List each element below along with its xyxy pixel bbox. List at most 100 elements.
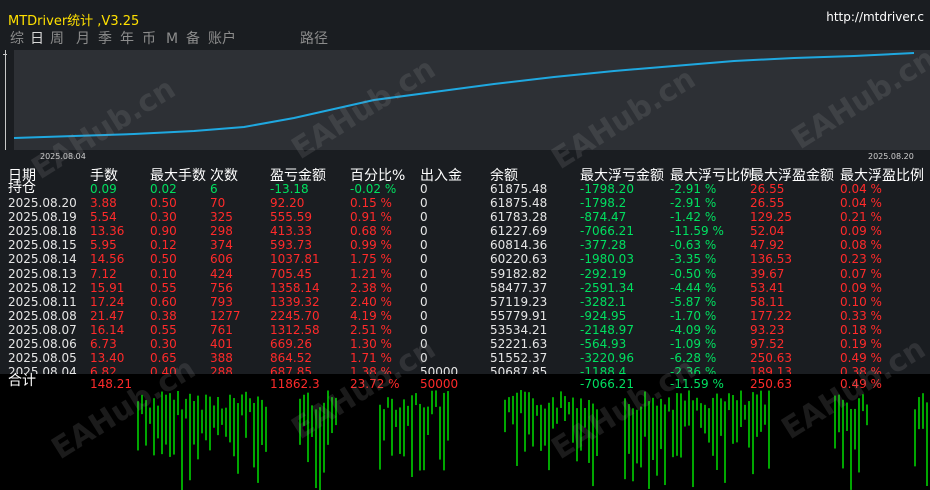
cell-pnl: -13.18 bbox=[270, 182, 309, 196]
cell-date: 2025.08.11 bbox=[8, 294, 77, 309]
cell-balance: 60220.63 bbox=[490, 252, 548, 267]
cell-pct: 1.30 % bbox=[350, 337, 392, 351]
cell-max-fp: 53.41 bbox=[750, 280, 785, 295]
cell-max-fp: 129.25 bbox=[750, 210, 792, 225]
cell-max-fp-pct: 0.21 % bbox=[840, 210, 882, 225]
cell-max-lots: 0.38 bbox=[150, 308, 177, 323]
tab-2[interactable]: 日 bbox=[30, 30, 44, 48]
balance-curve bbox=[13, 52, 915, 139]
cell-lots: 21.47 bbox=[90, 308, 125, 323]
cell-io: 0 bbox=[420, 196, 428, 210]
tab-8[interactable]: M bbox=[166, 30, 178, 48]
tab-1[interactable]: 综 bbox=[10, 30, 24, 48]
cell-max-fp: 250.63 bbox=[750, 351, 792, 366]
total-label: 合计 bbox=[8, 373, 36, 389]
total-pnl: 11862.3 bbox=[270, 377, 320, 390]
cell-io: 0 bbox=[420, 238, 428, 253]
cell-max-dd: -924.95 bbox=[580, 308, 627, 323]
cell-count: 401 bbox=[210, 337, 233, 351]
cell-pnl: 1339.32 bbox=[270, 294, 320, 309]
total-max-dd-pct: -11.59 % bbox=[670, 377, 724, 390]
cell-pnl: 705.45 bbox=[270, 266, 312, 281]
cell-balance: 61875.48 bbox=[490, 196, 548, 210]
cell-lots: 3.88 bbox=[90, 196, 117, 210]
tab-3[interactable]: 周 bbox=[50, 30, 64, 48]
cell-max-dd-pct: -1.70 % bbox=[670, 308, 717, 323]
cell-max-fp-pct: 0.07 % bbox=[840, 266, 882, 281]
cell-max-lots: 0.30 bbox=[150, 210, 177, 225]
cell-pct: -0.02 % bbox=[350, 182, 397, 196]
cell-max-fp: 47.92 bbox=[750, 238, 785, 253]
cell-max-dd: -3220.96 bbox=[580, 351, 634, 366]
balance-curve-svg bbox=[13, 52, 915, 139]
cell-max-dd-pct: -5.87 % bbox=[670, 294, 717, 309]
cell-max-fp-pct: 0.08 % bbox=[840, 238, 882, 253]
cell-pct: 0.91 % bbox=[350, 210, 392, 225]
cell-max-lots: 0.10 bbox=[150, 266, 177, 281]
cell-date: 2025.08.19 bbox=[8, 210, 77, 225]
cell-balance: 55779.91 bbox=[490, 308, 548, 323]
cell-max-dd: -292.19 bbox=[580, 266, 627, 281]
cell-balance: 51552.37 bbox=[490, 351, 548, 366]
cell-pnl: 1037.81 bbox=[270, 252, 320, 267]
tab-10[interactable]: 账户 bbox=[208, 30, 236, 48]
cell-pct: 0.99 % bbox=[350, 238, 392, 253]
cell-max-dd: -874.47 bbox=[580, 210, 627, 225]
cell-max-dd-pct: -0.50 % bbox=[670, 266, 717, 281]
cell-max-dd-pct: -4.44 % bbox=[670, 280, 717, 295]
cell-max-fp: 26.55 bbox=[750, 182, 785, 196]
tab-4[interactable]: 月 bbox=[76, 30, 90, 48]
cell-max-fp-pct: 0.10 % bbox=[840, 294, 882, 309]
cell-pnl: 2245.70 bbox=[270, 308, 320, 323]
cell-pnl: 669.26 bbox=[270, 337, 312, 351]
tab-9[interactable]: 备 bbox=[186, 30, 200, 48]
cell-io: 0 bbox=[420, 210, 428, 225]
cell-lots: 0.09 bbox=[90, 182, 117, 196]
cell-max-lots: 0.55 bbox=[150, 322, 177, 337]
tab-5[interactable]: 季 bbox=[98, 30, 112, 48]
cell-io: 0 bbox=[420, 294, 428, 309]
total-pct: 23.72 % bbox=[350, 377, 400, 390]
cell-pct: 2.40 % bbox=[350, 294, 392, 309]
cell-balance: 58477.37 bbox=[490, 280, 548, 295]
cell-max-fp: 58.11 bbox=[750, 294, 785, 309]
cell-balance: 60814.36 bbox=[490, 238, 548, 253]
cell-pct: 0.15 % bbox=[350, 196, 392, 210]
cell-max-fp-pct: 0.18 % bbox=[840, 322, 882, 337]
cell-max-dd-pct: -2.91 % bbox=[670, 196, 717, 210]
cell-max-fp-pct: 0.09 % bbox=[840, 224, 882, 239]
website-link[interactable]: http://mtdriver.c bbox=[826, 10, 924, 24]
statistics-panel: MTDriver统计 ,V3.25 http://mtdriver.c 综日周月… bbox=[0, 0, 930, 390]
cell-count: 388 bbox=[210, 351, 233, 366]
chart-left-axis bbox=[5, 50, 6, 150]
total-max-dd: -7066.21 bbox=[580, 377, 634, 390]
cell-date: 2025.08.06 bbox=[8, 337, 77, 351]
total-io: 50000 bbox=[420, 377, 459, 390]
cell-lots: 5.54 bbox=[90, 210, 117, 225]
total-max-fp-pct: 0.49 % bbox=[840, 377, 882, 390]
cell-date: 2025.08.08 bbox=[8, 308, 77, 323]
cell-date: 2025.08.05 bbox=[8, 351, 77, 366]
cell-date: 2025.08.15 bbox=[8, 238, 77, 253]
cell-lots: 13.36 bbox=[90, 224, 125, 239]
cell-max-dd: -564.93 bbox=[580, 337, 627, 351]
cell-max-dd-pct: -1.42 % bbox=[670, 210, 717, 225]
tab-6[interactable]: 年 bbox=[120, 30, 134, 48]
cell-lots: 13.40 bbox=[90, 351, 125, 366]
cell-io: 0 bbox=[420, 351, 428, 366]
total-max-fp: 250.63 bbox=[750, 377, 792, 390]
cell-max-dd-pct: -1.09 % bbox=[670, 337, 717, 351]
cell-max-fp: 136.53 bbox=[750, 252, 792, 267]
cell-max-lots: 0.60 bbox=[150, 294, 177, 309]
cell-io: 0 bbox=[420, 266, 428, 281]
cell-max-dd-pct: -0.63 % bbox=[670, 238, 717, 253]
cell-pct: 1.71 % bbox=[350, 351, 392, 366]
cell-max-lots: 0.90 bbox=[150, 224, 177, 239]
cell-date: 2025.08.14 bbox=[8, 252, 77, 267]
tab-11[interactable]: 路径 bbox=[300, 30, 328, 48]
price-chart-background bbox=[137, 390, 928, 490]
cell-max-fp-pct: 0.33 % bbox=[840, 308, 882, 323]
cell-max-dd: -1798.2 bbox=[580, 196, 627, 210]
cell-max-dd-pct: -3.35 % bbox=[670, 252, 717, 267]
tab-7[interactable]: 币 bbox=[142, 30, 156, 48]
